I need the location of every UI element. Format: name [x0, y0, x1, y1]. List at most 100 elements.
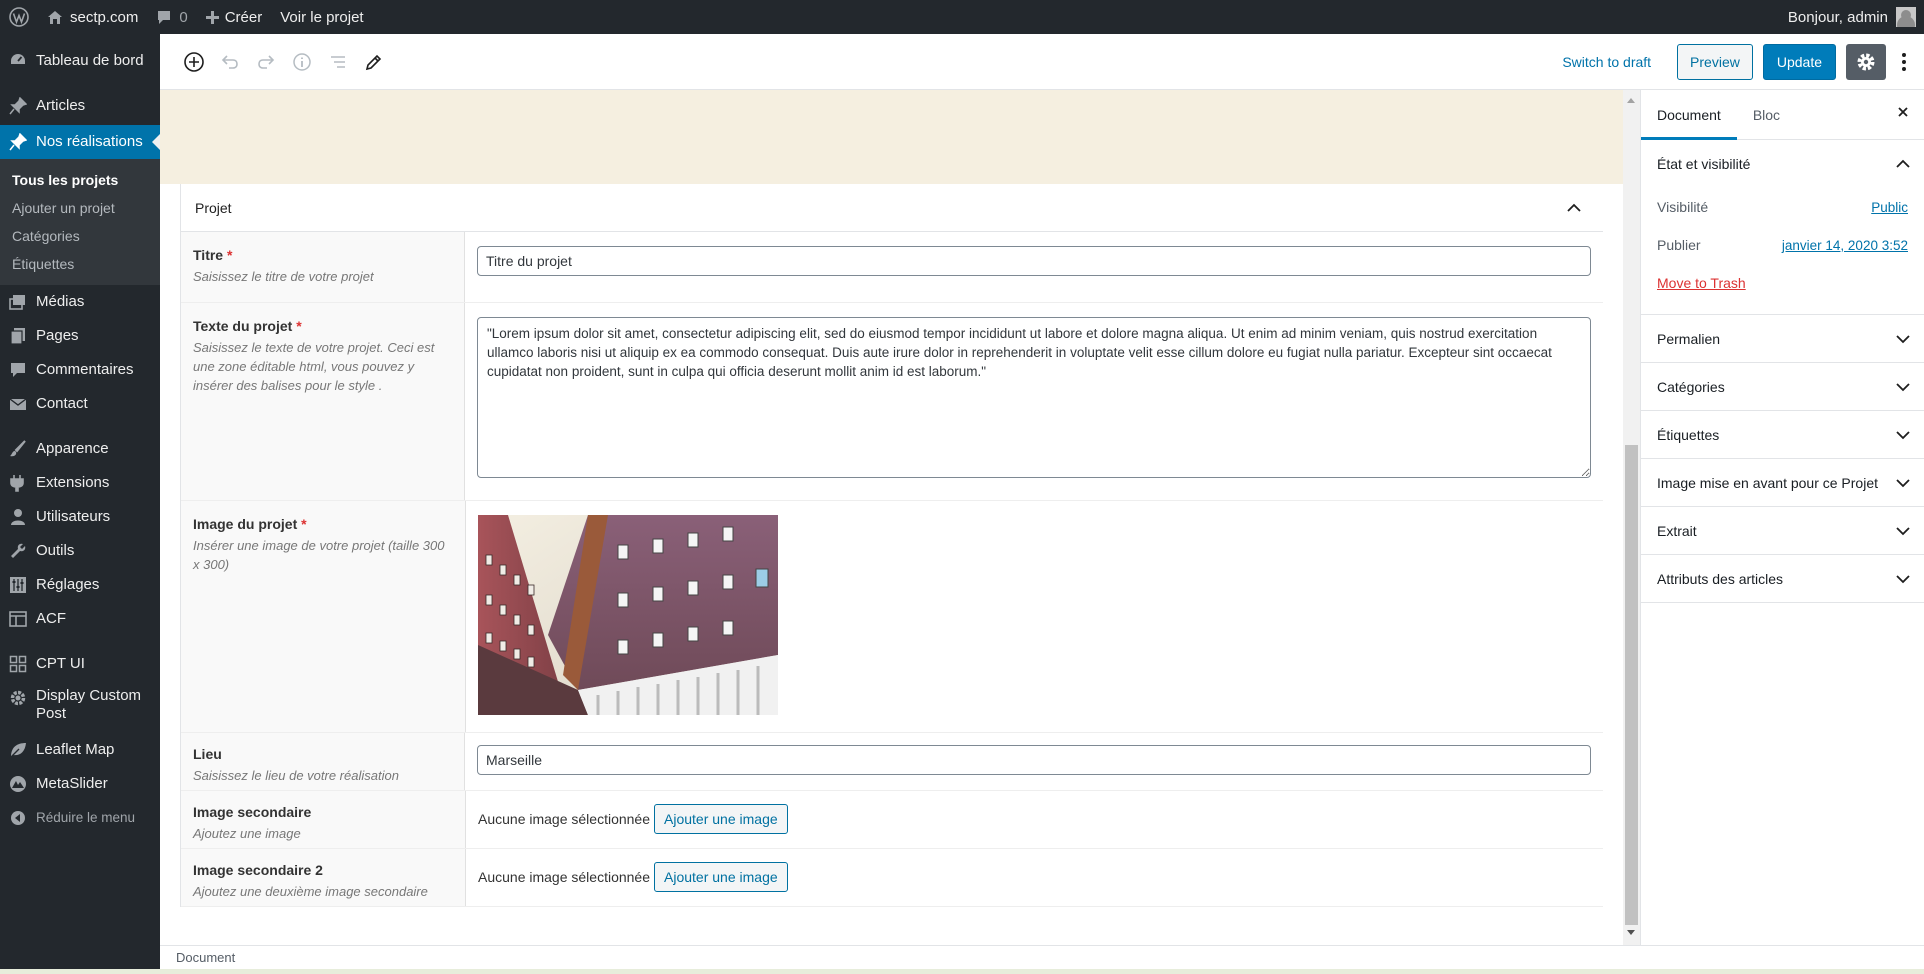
create-new-link[interactable]: Créer — [197, 0, 272, 34]
leaf-icon — [0, 741, 36, 759]
menu-item-contact[interactable]: Contact — [0, 387, 160, 421]
switch-to-draft-button[interactable]: Switch to draft — [1562, 54, 1651, 70]
menu-item-extensions[interactable]: Extensions — [0, 466, 160, 500]
panel-title: Étiquettes — [1657, 426, 1720, 443]
panel-etiquettes[interactable]: Étiquettes — [1641, 411, 1924, 459]
menu-item-realisations[interactable]: Nos réalisations — [0, 125, 160, 159]
title-area[interactable] — [160, 90, 1623, 184]
texte-textarea[interactable]: "Lorem ipsum dolor sit amet, consectetur… — [477, 317, 1591, 478]
menu-item-settings[interactable]: Réglages — [0, 568, 160, 602]
menu-label-contact: Contact — [36, 395, 88, 412]
chevron-up-icon[interactable] — [1567, 200, 1581, 216]
field-label-cell: Lieu Saisissez le lieu de votre réalisat… — [181, 733, 465, 790]
submenu-item-tags[interactable]: Étiquettes — [0, 250, 160, 278]
dashboard-icon — [0, 52, 36, 70]
editor-scrollbar[interactable] — [1623, 90, 1640, 945]
lieu-input[interactable] — [477, 745, 1591, 775]
panel-title: Attributs des articles — [1657, 570, 1784, 587]
menu-label-collapse: Réduire le menu — [36, 810, 136, 825]
visibility-label: Visibilité — [1657, 199, 1709, 215]
titre-input[interactable] — [477, 246, 1591, 276]
tab-document[interactable]: Document — [1641, 90, 1737, 140]
label-lieu: Lieu — [193, 746, 222, 762]
comments-link[interactable]: 0 — [147, 0, 196, 34]
scroll-thumb[interactable] — [1625, 445, 1638, 925]
settings-sidebar: Document Bloc État et visibilité Visibil… — [1640, 90, 1924, 945]
menu-label-leaflet: Leaflet Map — [36, 741, 115, 758]
collapse-menu-button[interactable]: Réduire le menu — [0, 801, 160, 835]
info-icon[interactable] — [284, 44, 320, 80]
menu-item-cptui[interactable]: CPT UI — [0, 647, 160, 681]
close-icon[interactable] — [1896, 105, 1910, 124]
menu-item-tools[interactable]: Outils — [0, 534, 160, 568]
site-name: sectp.com — [70, 8, 139, 26]
menu-item-appearance[interactable]: Apparence — [0, 432, 160, 466]
submenu-item-categories[interactable]: Catégories — [0, 222, 160, 250]
project-image-preview[interactable] — [478, 515, 778, 715]
update-button[interactable]: Update — [1762, 43, 1836, 80]
submenu-item-add-project[interactable]: Ajouter un projet — [0, 194, 160, 222]
panel-attributes[interactable]: Attributs des articles — [1641, 555, 1924, 603]
add-block-icon[interactable] — [176, 44, 212, 80]
scroll-down-arrow[interactable] — [1627, 930, 1635, 939]
panel-title: Permalien — [1657, 330, 1721, 347]
account-menu[interactable]: Bonjour, admin — [1779, 0, 1924, 34]
metabox-header[interactable]: Projet — [181, 184, 1603, 232]
breadcrumb[interactable]: Document — [176, 950, 235, 965]
menu-label-display-custom-post: Display Custom Post — [36, 687, 142, 722]
wordpress-logo-icon[interactable] — [0, 0, 38, 34]
user-icon — [0, 508, 36, 526]
site-name-link[interactable]: sectp.com — [38, 0, 147, 34]
chevron-down-icon — [1896, 331, 1910, 347]
comment-icon — [0, 361, 36, 379]
menu-item-acf[interactable]: ACF — [0, 602, 160, 636]
menu-item-leaflet[interactable]: Leaflet Map — [0, 733, 160, 767]
panel-header[interactable]: État et visibilité — [1641, 140, 1924, 188]
menu-item-metaslider[interactable]: MetaSlider — [0, 767, 160, 801]
publish-date-toggle[interactable]: janvier 14, 2020 3:52 — [1782, 238, 1908, 253]
redo-icon[interactable] — [248, 44, 284, 80]
gear-icon — [0, 683, 36, 707]
menu-item-articles[interactable]: Articles — [0, 89, 160, 123]
plus-icon — [205, 10, 219, 24]
visibility-toggle[interactable]: Public — [1871, 200, 1908, 215]
menu-item-comments[interactable]: Commentaires — [0, 353, 160, 387]
more-options-icon[interactable] — [1892, 44, 1916, 80]
undo-icon[interactable] — [212, 44, 248, 80]
menu-item-users[interactable]: Utilisateurs — [0, 500, 160, 534]
avatar — [1896, 7, 1916, 27]
chevron-down-icon — [1896, 523, 1910, 539]
field-value-cell: "Lorem ipsum dolor sit amet, consectetur… — [465, 303, 1603, 500]
panel-featured-image[interactable]: Image mise en avant pour ce Projet — [1641, 459, 1924, 507]
menu-label-pages: Pages — [36, 327, 79, 344]
menu-item-dashboard[interactable]: Tableau de bord — [0, 44, 160, 78]
panel-categories[interactable]: Catégories — [1641, 363, 1924, 411]
submenu-item-all-projects[interactable]: Tous les projets — [0, 166, 160, 194]
preview-button[interactable]: Preview — [1677, 43, 1753, 80]
move-to-trash-link[interactable]: Move to Trash — [1641, 264, 1924, 302]
add-image-button[interactable]: Ajouter une image — [654, 862, 788, 892]
menu-item-display-custom-post[interactable]: Display Custom Post — [0, 683, 160, 727]
view-project-link[interactable]: Voir le projet — [271, 0, 372, 34]
scroll-up-arrow[interactable] — [1627, 94, 1635, 103]
collapse-arrow-icon — [0, 810, 36, 826]
settings-gear-button[interactable] — [1846, 43, 1886, 80]
admin-bar: sectp.com 0 Créer Voir le projet Bonjour… — [0, 0, 1924, 34]
tab-bloc[interactable]: Bloc — [1737, 90, 1796, 140]
add-image-button[interactable]: Ajouter une image — [654, 804, 788, 834]
panel-extrait[interactable]: Extrait — [1641, 507, 1924, 555]
menu-label-articles: Articles — [36, 97, 86, 114]
required-marker: * — [296, 318, 302, 334]
outline-list-icon[interactable] — [320, 44, 356, 80]
field-value-cell — [465, 733, 1603, 790]
pencil-edit-icon[interactable] — [356, 44, 392, 80]
menu-item-media[interactable]: Médias — [0, 285, 160, 319]
field-title: Titre * — [193, 247, 452, 263]
home-icon — [47, 10, 63, 25]
menu-label-acf: ACF — [36, 610, 66, 627]
menu-item-pages[interactable]: Pages — [0, 319, 160, 353]
pin-icon — [0, 133, 36, 151]
menu-label-cptui: CPT UI — [36, 655, 85, 672]
field-lieu: Lieu Saisissez le lieu de votre réalisat… — [181, 733, 1603, 791]
panel-permalien[interactable]: Permalien — [1641, 315, 1924, 363]
